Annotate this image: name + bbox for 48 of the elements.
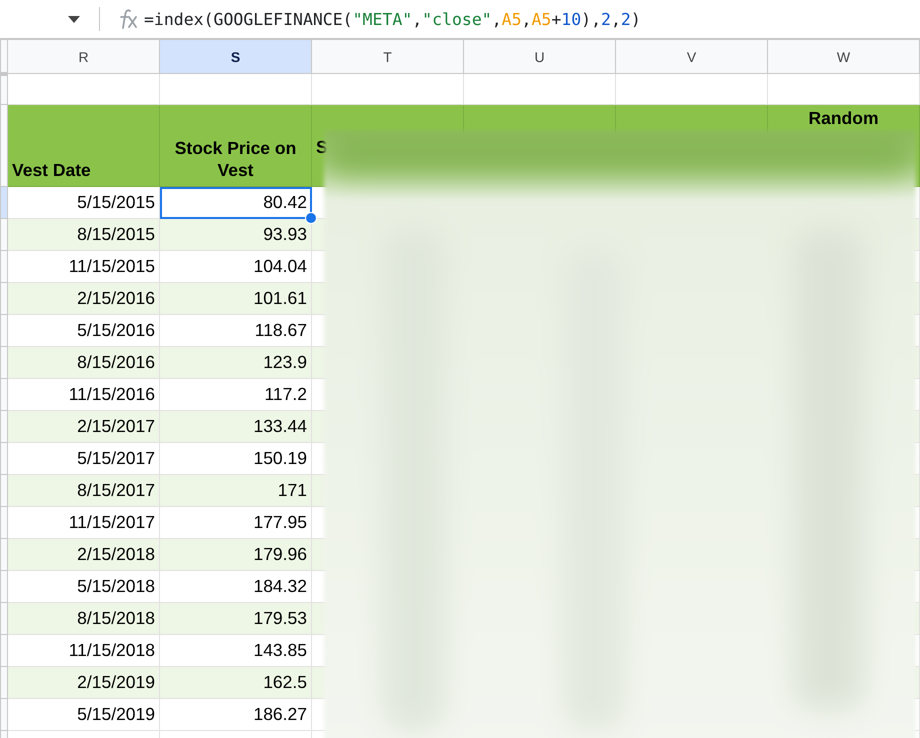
table-cell: 186.27 [160, 698, 312, 730]
row-header[interactable] [0, 250, 8, 282]
column-header[interactable]: T [312, 40, 464, 74]
table-cell: 8/15/2018 [8, 602, 160, 634]
row-header[interactable] [0, 218, 8, 250]
table-cell: 8/15/2016 [8, 346, 160, 378]
row-header[interactable] [0, 634, 8, 666]
column-header[interactable]: S [160, 40, 312, 74]
row-header[interactable] [0, 538, 8, 570]
row-header[interactable] [0, 474, 8, 506]
table-cell: 8/15/2015 [8, 218, 160, 250]
header-cell: Random [808, 107, 878, 130]
column-header[interactable]: R [8, 40, 160, 74]
fill-handle[interactable] [305, 212, 317, 224]
row-header[interactable] [0, 602, 8, 634]
table-cell: 171 [160, 474, 312, 506]
table-cell: 2/15/2019 [8, 666, 160, 698]
table-cell: 179.53 [160, 602, 312, 634]
row-header[interactable] [0, 410, 8, 442]
table-cell: 162.5 [160, 666, 312, 698]
row-header[interactable] [0, 378, 8, 410]
table-cell: 8/15/2017 [8, 474, 160, 506]
header-cell: Vest Date [12, 159, 91, 182]
column-header[interactable]: V [616, 40, 768, 74]
row-header[interactable] [0, 442, 8, 474]
row-header[interactable] [0, 282, 8, 314]
table-cell: 133.44 [160, 410, 312, 442]
dropdown-caret-icon[interactable] [68, 16, 80, 22]
table-cell: 93.93 [160, 218, 312, 250]
column-header[interactable]: W [768, 40, 920, 74]
row-header[interactable] [0, 666, 8, 698]
table-cell: 5/15/2019 [8, 698, 160, 730]
formula-field[interactable]: =index(GOOGLEFINANCE("META","close",A5,A5+10),2,2) [144, 8, 641, 30]
table-cell: 2/15/2017 [8, 410, 160, 442]
header-cell-text: Stock Price on Vest [174, 136, 298, 182]
row-header[interactable] [0, 346, 8, 378]
row-header[interactable] [0, 186, 8, 218]
table-cell: 123.9 [160, 346, 312, 378]
table-cell: 2/15/2016 [8, 282, 160, 314]
header-cell: S [316, 136, 328, 159]
table-cell: 101.61 [160, 282, 312, 314]
row-header[interactable] [0, 698, 8, 730]
row-header[interactable] [0, 314, 8, 346]
row-header[interactable] [0, 506, 8, 538]
row-header[interactable] [0, 570, 8, 602]
column-header[interactable]: U [464, 40, 616, 74]
table-cell: 2/15/2018 [8, 538, 160, 570]
table-cell: 179.96 [160, 538, 312, 570]
